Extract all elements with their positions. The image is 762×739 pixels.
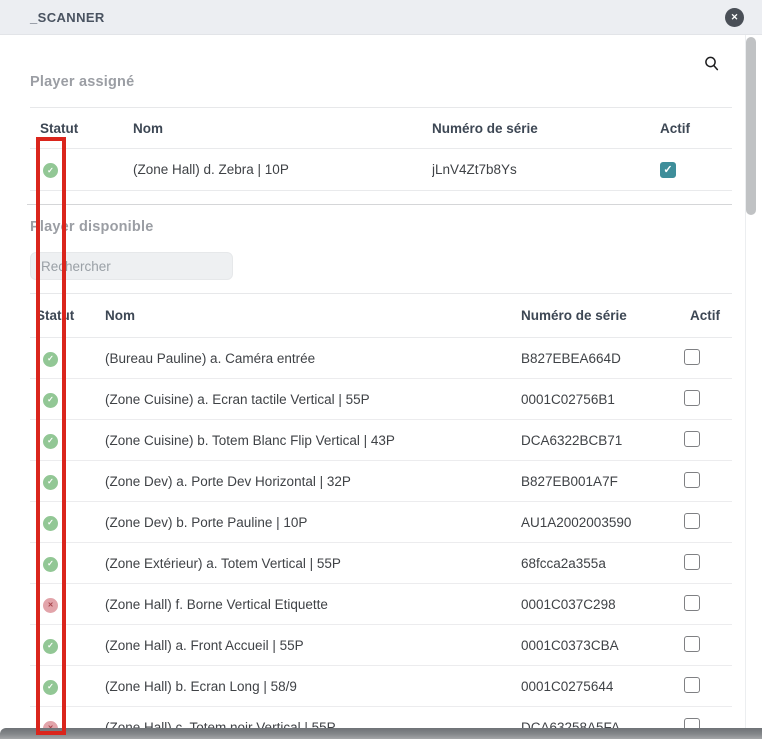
active-cell — [681, 472, 732, 491]
search-input[interactable] — [30, 252, 233, 280]
active-checkbox[interactable] — [684, 513, 700, 529]
active-checkbox[interactable] — [684, 595, 700, 611]
status-error-icon: ✕ — [43, 598, 58, 613]
serial-cell: 0001C037C298 — [521, 597, 681, 612]
table-row: ✓ (Zone Cuisine) a. Ecran tactile Vertic… — [30, 379, 732, 420]
serial-cell: DCA6322BCB71 — [521, 433, 681, 448]
name-cell: (Zone Cuisine) a. Ecran tactile Vertical… — [105, 392, 521, 407]
name-cell: (Zone Hall) d. Zebra | 10P — [133, 162, 432, 177]
serial-cell: AU1A2002003590 — [521, 515, 681, 530]
active-cell — [681, 431, 732, 450]
name-cell: (Zone Extérieur) a. Totem Vertical | 55P — [105, 556, 521, 571]
status-cell: ✓ — [30, 472, 105, 490]
serial-cell: jLnV4Zt7b8Ys — [432, 162, 658, 177]
table-row: ✓ (Zone Dev) a. Porte Dev Horizontal | 3… — [30, 461, 732, 502]
column-header-serial: Numéro de série — [521, 308, 681, 323]
available-players-table: Statut Nom Numéro de série Actif ✓ (Bure… — [30, 293, 732, 739]
column-header-actif: Actif — [681, 308, 732, 323]
active-cell — [681, 349, 732, 368]
search-button[interactable] — [703, 55, 721, 73]
active-checkbox[interactable] — [684, 472, 700, 488]
serial-cell: 0001C02756B1 — [521, 392, 681, 407]
assigned-table-header: Statut Nom Numéro de série Actif — [30, 108, 732, 149]
active-checkbox[interactable] — [684, 677, 700, 693]
scrollbar-thumb[interactable] — [746, 37, 756, 215]
name-cell: (Zone Dev) b. Porte Pauline | 10P — [105, 515, 521, 530]
active-checkbox[interactable]: ✓ — [660, 162, 676, 178]
status-ok-icon: ✓ — [43, 163, 58, 178]
column-header-nom: Nom — [105, 308, 521, 323]
table-row: ✓ (Bureau Pauline) a. Caméra entrée B827… — [30, 338, 732, 379]
page-bottom-edge — [0, 728, 762, 739]
status-ok-icon: ✓ — [43, 352, 58, 367]
status-cell: ✕ — [30, 595, 105, 613]
name-cell: (Zone Hall) f. Borne Vertical Etiquette — [105, 597, 521, 612]
active-cell — [681, 513, 732, 532]
active-cell — [681, 390, 732, 409]
active-cell — [681, 554, 732, 573]
close-icon: ✕ — [731, 13, 739, 22]
status-cell: ✓ — [30, 636, 105, 654]
serial-cell: 68fcca2a355a — [521, 556, 681, 571]
serial-cell: B827EBEA664D — [521, 351, 681, 366]
assigned-section-heading: Player assigné — [30, 74, 134, 90]
status-cell: ✓ — [30, 390, 105, 408]
active-checkbox[interactable] — [684, 554, 700, 570]
active-cell — [681, 636, 732, 655]
assigned-players-table: Statut Nom Numéro de série Actif ✓ (Zone… — [30, 107, 732, 191]
table-row: ✓ (Zone Hall) a. Front Accueil | 55P 000… — [30, 625, 732, 666]
scanner-modal: _SCANNER ✕ Player assigné Statut Nom Num… — [0, 0, 762, 739]
close-button[interactable]: ✕ — [725, 8, 744, 27]
status-cell: ✓ — [30, 513, 105, 531]
column-header-serial: Numéro de série — [432, 121, 658, 136]
active-cell — [681, 677, 732, 696]
status-ok-icon: ✓ — [43, 393, 58, 408]
active-cell: ✓ — [658, 161, 732, 178]
table-row: ✓ (Zone Cuisine) b. Totem Blanc Flip Ver… — [30, 420, 732, 461]
status-ok-icon: ✓ — [43, 557, 58, 572]
status-ok-icon: ✓ — [43, 680, 58, 695]
available-table-header: Statut Nom Numéro de série Actif — [30, 294, 732, 338]
active-checkbox[interactable] — [684, 431, 700, 447]
name-cell: (Bureau Pauline) a. Caméra entrée — [105, 351, 521, 366]
available-section-heading: Player disponible — [30, 219, 153, 235]
status-ok-icon: ✓ — [43, 639, 58, 654]
status-cell: ✓ — [30, 677, 105, 695]
table-row: ✓ (Zone Hall) d. Zebra | 10P jLnV4Zt7b8Y… — [30, 149, 732, 191]
status-ok-icon: ✓ — [43, 434, 58, 449]
active-cell — [681, 595, 732, 614]
status-cell: ✓ — [30, 554, 105, 572]
table-row: ✓ (Zone Hall) b. Ecran Long | 58/9 0001C… — [30, 666, 732, 707]
status-cell: ✓ — [30, 431, 105, 449]
serial-cell: B827EB001A7F — [521, 474, 681, 489]
status-cell: ✓ — [30, 349, 105, 367]
section-divider — [27, 204, 732, 205]
status-ok-icon: ✓ — [43, 516, 58, 531]
modal-title: _SCANNER — [30, 10, 105, 25]
table-row: ✓ (Zone Extérieur) a. Totem Vertical | 5… — [30, 543, 732, 584]
serial-cell: 0001C0275644 — [521, 679, 681, 694]
active-checkbox[interactable] — [684, 636, 700, 652]
name-cell: (Zone Hall) a. Front Accueil | 55P — [105, 638, 521, 653]
modal-body: Player assigné Statut Nom Numéro de séri… — [0, 35, 745, 739]
status-cell: ✓ — [30, 161, 133, 179]
search-icon — [703, 55, 721, 73]
name-cell: (Zone Hall) b. Ecran Long | 58/9 — [105, 679, 521, 694]
column-header-statut: Statut — [30, 308, 105, 323]
column-header-nom: Nom — [133, 121, 432, 136]
column-header-actif: Actif — [658, 121, 732, 136]
serial-cell: 0001C0373CBA — [521, 638, 681, 653]
table-row: ✓ (Zone Dev) b. Porte Pauline | 10P AU1A… — [30, 502, 732, 543]
status-ok-icon: ✓ — [43, 475, 58, 490]
name-cell: (Zone Dev) a. Porte Dev Horizontal | 32P — [105, 474, 521, 489]
column-header-statut: Statut — [30, 121, 133, 136]
active-checkbox[interactable] — [684, 390, 700, 406]
modal-header: _SCANNER ✕ — [0, 0, 762, 35]
table-row: ✕ (Zone Hall) f. Borne Vertical Etiquett… — [30, 584, 732, 625]
active-checkbox[interactable] — [684, 349, 700, 365]
name-cell: (Zone Cuisine) b. Totem Blanc Flip Verti… — [105, 433, 521, 448]
